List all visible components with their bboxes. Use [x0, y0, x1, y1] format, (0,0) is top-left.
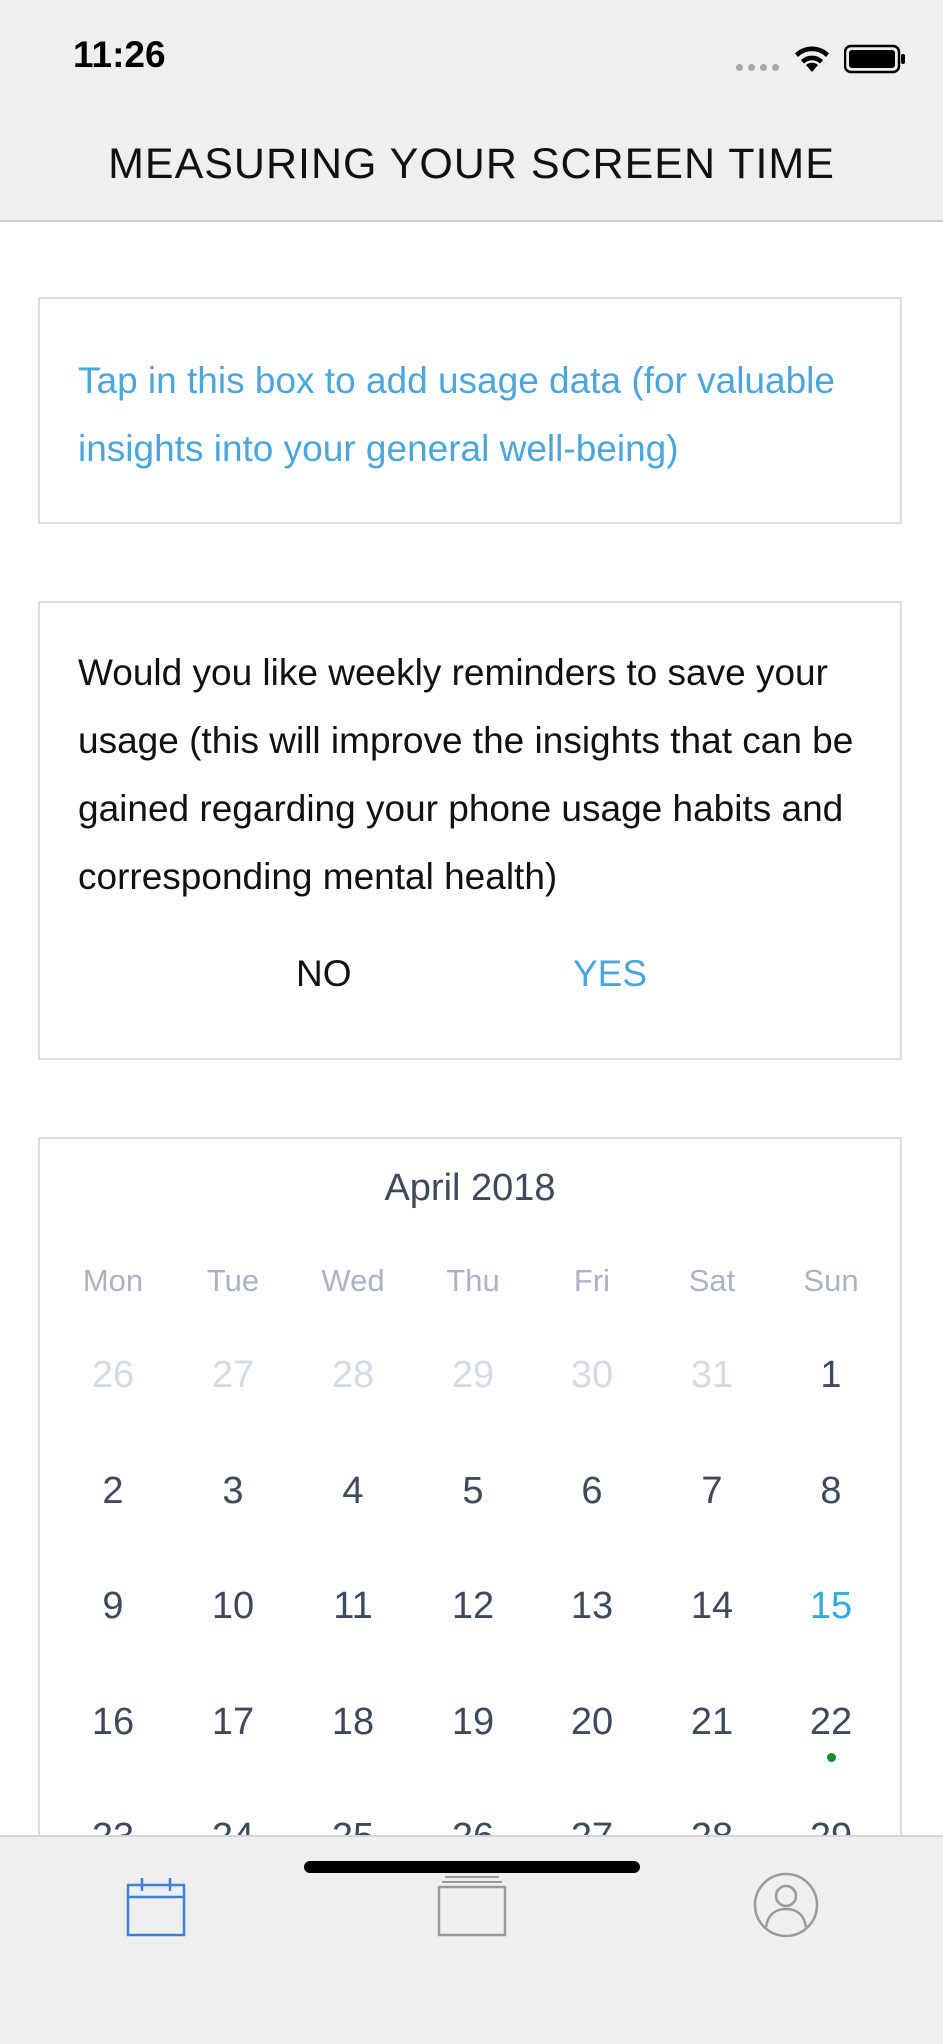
home-indicator[interactable]	[304, 1861, 640, 1873]
usage-marker-dot	[827, 1753, 836, 1762]
weekday-label: Sun	[803, 1263, 859, 1298]
yes-button[interactable]: YES	[573, 953, 647, 995]
weekly-reminder-card: Would you like weekly reminders to save …	[38, 601, 902, 1060]
calendar-day[interactable]: 31	[662, 1350, 762, 1400]
calendar-day[interactable]: 22	[781, 1697, 881, 1747]
calendar-day[interactable]: 15	[781, 1581, 881, 1631]
calendar-day[interactable]: 28	[303, 1350, 403, 1400]
calendar-day[interactable]: 27	[183, 1350, 283, 1400]
calendar-day[interactable]: 9	[63, 1581, 163, 1631]
calendar-day[interactable]: 28	[662, 1812, 762, 1835]
calendar-day[interactable]: 7	[662, 1466, 762, 1516]
calendar-day[interactable]: 11	[303, 1581, 403, 1631]
profile-icon[interactable]	[752, 1871, 820, 1939]
weekday-label: Mon	[82, 1263, 144, 1298]
status-time: 11:26	[73, 34, 166, 75]
calendar-day[interactable]: 23	[63, 1812, 163, 1835]
status-bar: 11:26	[0, 0, 943, 118]
stacked-cards-icon[interactable]	[437, 1875, 507, 1937]
battery-icon	[844, 44, 905, 74]
page-title: MEASURING YOUR SCREEN TIME	[108, 140, 835, 188]
calendar-day[interactable]: 3	[183, 1466, 283, 1516]
calendar-day[interactable]: 6	[542, 1466, 642, 1516]
calendar-day[interactable]: 13	[542, 1581, 642, 1631]
calendar-day[interactable]: 10	[183, 1581, 283, 1631]
calendar-day[interactable]: 4	[303, 1466, 403, 1516]
calendar-day[interactable]: 12	[423, 1581, 523, 1631]
no-button[interactable]: NO	[296, 953, 352, 995]
cellular-signal-icon	[736, 64, 782, 72]
calendar: April 2018 Mon Tue Wed Thu Fri Sat Sun 26 27 28 2…	[38, 1137, 902, 1837]
calendar-day[interactable]: 16	[63, 1697, 163, 1747]
weekday-label: Wed	[321, 1263, 385, 1298]
calendar-icon[interactable]	[126, 1877, 186, 1937]
tab-bar	[0, 1835, 943, 2044]
wifi-icon	[795, 46, 829, 72]
calendar-day[interactable]: 30	[542, 1350, 642, 1400]
weekly-reminder-question: Would you like weekly reminders to save …	[78, 652, 854, 897]
calendar-day[interactable]: 27	[542, 1812, 642, 1835]
calendar-day[interactable]: 24	[183, 1812, 283, 1835]
calendar-day[interactable]: 1	[781, 1350, 881, 1400]
calendar-day[interactable]: 26	[63, 1350, 163, 1400]
add-usage-data-prompt: Tap in this box to add usage data (for v…	[78, 360, 835, 469]
calendar-month-label: April 2018	[384, 1167, 556, 1209]
calendar-day[interactable]: 25	[303, 1812, 403, 1835]
weekday-label: Tue	[206, 1263, 260, 1298]
navigation-bar: MEASURING YOUR SCREEN TIME	[0, 118, 943, 222]
add-usage-data-box[interactable]: Tap in this box to add usage data (for v…	[38, 297, 902, 524]
calendar-day[interactable]: 17	[183, 1697, 283, 1747]
calendar-day[interactable]: 8	[781, 1466, 881, 1516]
calendar-day[interactable]: 19	[423, 1697, 523, 1747]
calendar-day[interactable]: 14	[662, 1581, 762, 1631]
weekday-label: Thu	[446, 1263, 500, 1298]
calendar-day[interactable]: 2	[63, 1466, 163, 1516]
calendar-day[interactable]: 21	[662, 1697, 762, 1747]
calendar-day[interactable]: 18	[303, 1697, 403, 1747]
weekday-label: Fri	[573, 1263, 611, 1298]
calendar-day[interactable]: 5	[423, 1466, 523, 1516]
calendar-day[interactable]: 29	[781, 1812, 881, 1835]
calendar-day[interactable]: 20	[542, 1697, 642, 1747]
weekday-label: Sat	[688, 1263, 736, 1298]
calendar-day[interactable]: 26	[423, 1812, 523, 1835]
calendar-day[interactable]: 29	[423, 1350, 523, 1400]
